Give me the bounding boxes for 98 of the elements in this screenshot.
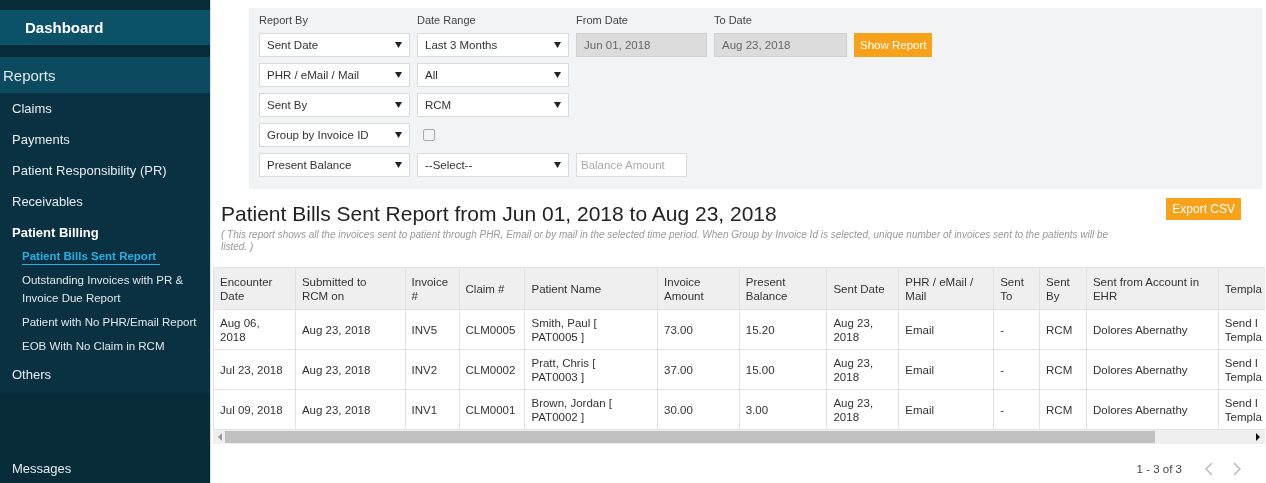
column-header[interactable]: Patient Name [524,267,658,310]
table-cell: Dolores Abernathy [1086,309,1219,350]
sidebar-item[interactable]: Others [0,359,63,390]
table-cell: INV2 [405,349,460,390]
scroll-right-icon[interactable] [1255,432,1261,442]
table-cell: 15.20 [739,309,827,350]
column-header[interactable]: Invoice # [405,267,460,310]
sidebar-item[interactable]: Messages [0,461,84,476]
caret-icon [395,72,402,78]
table-cell: 37.00 [657,349,740,390]
column-header[interactable]: Invoice Amount [657,267,740,310]
table-cell: Aug 23, 2018 [826,309,899,350]
caret-icon [395,132,402,138]
table-cell: Jul 23, 2018 [213,349,296,390]
checkbox[interactable] [423,129,435,141]
balance-amount-field[interactable]: Balance Amount [576,153,687,177]
table-cell: INV5 [405,309,460,350]
table-cell: Aug 23, 2018 [826,389,899,430]
table-cell: Email [898,389,994,430]
submenu-item[interactable]: Outstanding Invoices with PR & Invoice Due Report [22,271,210,307]
scrollbar-thumb[interactable] [225,431,1155,443]
table-cell: 3.00 [739,389,827,430]
select-field[interactable]: RCM [417,93,569,117]
sidebar-item[interactable]: Payments [0,124,82,155]
table-cell: 73.00 [657,309,740,350]
table-cell: 15.00 [739,349,827,390]
caret-icon [554,72,561,78]
table-cell: Aug 23, 2018 [295,349,406,390]
table-cell: RCM [1039,309,1087,350]
select-field[interactable]: Sent By [259,93,410,117]
column-header[interactable]: Sent By [1039,267,1087,310]
page-range: 1 - 3 of 3 [1136,463,1182,475]
column-header[interactable]: Sent from Account in EHR [1086,267,1219,310]
table-cell: Dolores Abernathy [1086,389,1219,430]
table-cell: Pratt, Chris [ PAT0003 ] [524,349,658,390]
caret-icon [554,162,561,168]
table-cell: - [993,349,1040,390]
table-cell: Jul 09, 2018 [213,389,296,430]
next-page-icon[interactable] [1232,462,1242,476]
column-header[interactable]: PHR / eMail / Mail [898,267,994,310]
select-field[interactable]: All [417,63,569,87]
table-cell: CLM0001 [459,389,525,430]
table-cell: INV1 [405,389,460,430]
table-cell: Aug 23, 2018 [826,349,899,390]
field-label: Report By [259,14,309,27]
column-header[interactable]: Templa [1218,267,1265,310]
select-field[interactable]: --Select-- [417,153,569,177]
table-cell: Aug 23, 2018 [295,389,406,430]
select-field[interactable]: PHR / eMail / Mail [259,63,410,87]
table-cell: Email [898,349,994,390]
table-cell: Aug 06, 2018 [213,309,296,350]
field-label: From Date [576,14,629,27]
select-field[interactable]: Group by Invoice ID [259,123,410,147]
caret-icon [395,102,402,108]
table-cell: Email [898,309,994,350]
select-field[interactable]: Last 3 Months [417,33,569,57]
sidebar-item[interactable]: Patient Responsibility (PR) [0,155,179,186]
field-label: Date Range [417,14,477,27]
horizontal-scrollbar[interactable] [213,430,1265,444]
column-header[interactable]: Sent To [993,267,1040,310]
table-cell: Smith, Paul [ PAT0005 ] [524,309,658,350]
table-cell: - [993,389,1040,430]
submenu-item[interactable]: EOB With No Claim in RCM [22,337,169,355]
table-cell: Send I Templa [1218,349,1265,390]
caret-icon [395,162,402,168]
scroll-left-icon[interactable] [217,432,223,442]
table-cell: CLM0005 [459,309,525,350]
column-header[interactable]: Sent Date [826,267,899,310]
report-description: ( This report shows all the invoices sent to patient through PHR, Email or by mail in the selected time period. When Group by Invoice Id is selected, unique number of invoices sent to the patients will be listed. ) [221,229,1110,253]
select-field[interactable]: Present Balance [259,153,410,177]
table-cell: Brown, Jordan [ PAT0002 ] [524,389,658,430]
table-cell: Dolores Abernathy [1086,349,1219,390]
field-label: To Date [714,14,753,27]
caret-icon [554,102,561,108]
table-cell: RCM [1039,389,1087,430]
previous-page-icon[interactable] [1204,462,1214,476]
sidebar-item[interactable]: Receivables [0,186,95,217]
table-cell: Aug 23, 2018 [295,309,406,350]
select-field[interactable]: Sent Date [259,33,410,57]
caret-icon [395,42,402,48]
report-title: Patient Bills Sent Report from Jun 01, 2018 to Aug 23, 2018 [221,202,778,226]
column-header[interactable]: Present Balance [739,267,827,310]
submenu-item[interactable]: Patient Bills Sent Report [22,248,161,265]
column-header[interactable]: Encounter Date [213,267,296,310]
sidebar-item[interactable]: Patient Billing [0,217,111,248]
table-cell: CLM0002 [459,349,525,390]
submenu-item[interactable]: Patient with No PHR/Email Report [22,313,201,331]
caret-icon [554,42,561,48]
table-cell: RCM [1039,349,1087,390]
table-cell: Send I Templa [1218,389,1265,430]
column-header[interactable]: Claim # [459,267,525,310]
section-header[interactable]: Reports [0,57,210,93]
table-cell: Send I Templa [1218,309,1265,350]
table-cell: 30.00 [657,389,740,430]
sidebar-item[interactable]: Claims [0,93,64,124]
table-cell: - [993,309,1040,350]
dashboard-link[interactable]: Dashboard [0,10,210,45]
column-header[interactable]: Submitted to RCM on [295,267,406,310]
